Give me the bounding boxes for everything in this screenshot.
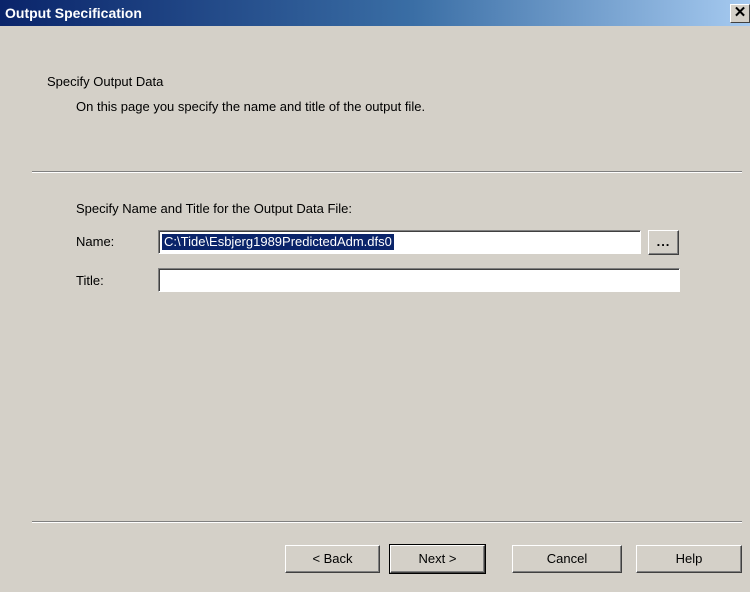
help-button[interactable]: Help [636, 545, 742, 573]
footer-separator [32, 521, 742, 523]
close-icon[interactable]: ✕ [730, 4, 750, 23]
browse-button[interactable]: ... [648, 230, 679, 255]
wizard-header: Specify Output Data On this page you spe… [0, 26, 750, 171]
name-label: Name: [76, 234, 115, 249]
page-heading: Specify Output Data [47, 74, 164, 89]
name-input[interactable]: C:\Tide\Esbjerg1989PredictedAdm.dfs0 [158, 230, 641, 254]
cancel-button[interactable]: Cancel [512, 545, 622, 573]
page-description: On this page you specify the name and ti… [76, 99, 426, 114]
group-label: Specify Name and Title for the Output Da… [76, 201, 353, 216]
next-button[interactable]: Next > [389, 544, 486, 574]
name-input-value: C:\Tide\Esbjerg1989PredictedAdm.dfs0 [162, 234, 394, 250]
window-title: Output Specification [5, 5, 142, 21]
back-button[interactable]: < Back [285, 545, 380, 573]
header-separator [32, 171, 742, 173]
title-input[interactable] [158, 268, 680, 292]
title-label: Title: [76, 273, 104, 288]
title-bar: Output Specification ✕ [0, 0, 750, 26]
